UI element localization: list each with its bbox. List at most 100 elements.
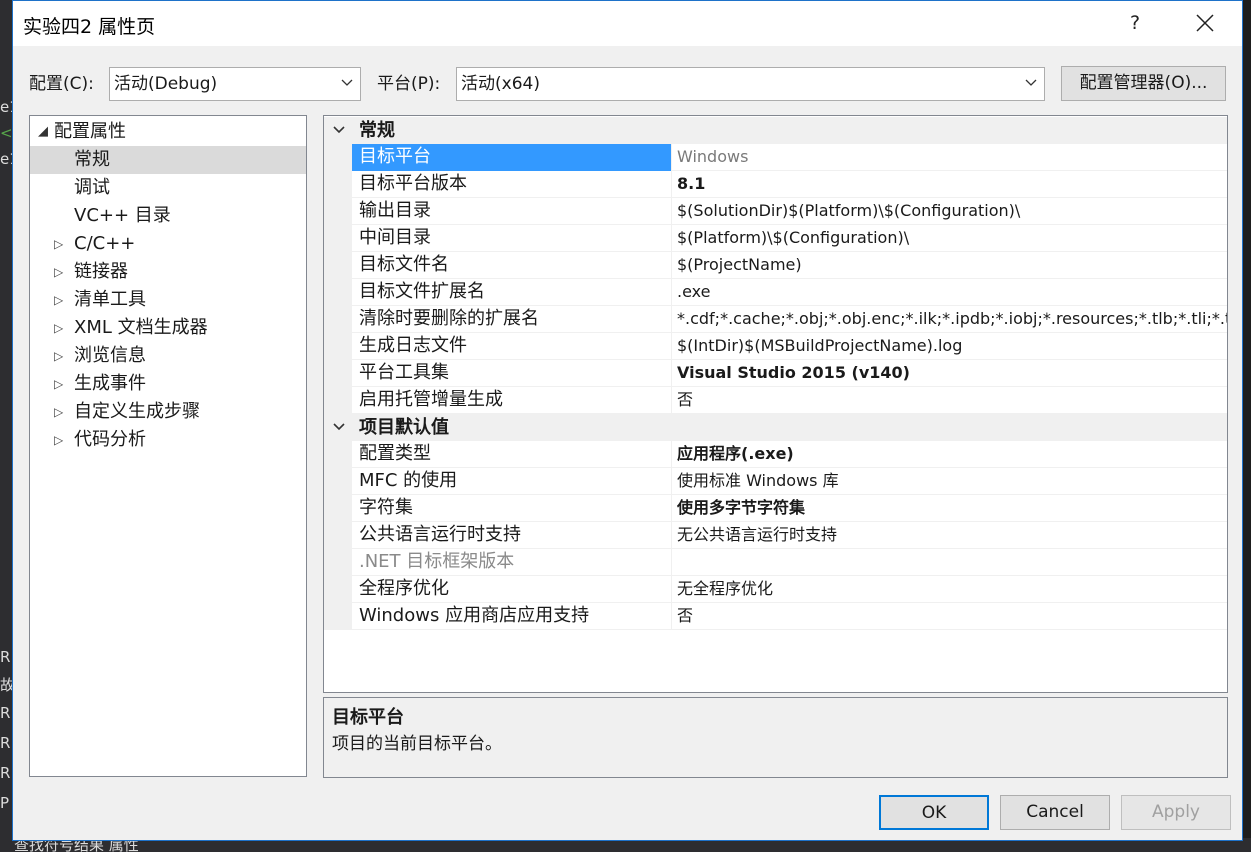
property-row[interactable]: 启用托管增量生成否: [324, 387, 1227, 414]
property-row[interactable]: 清除时要删除的扩展名 *.cdf;*.cache;*.obj;*.obj.enc;…: [324, 306, 1227, 333]
title-bar: 实验四2 属性页 ?: [13, 1, 1242, 46]
chevron-down-icon: [1025, 79, 1037, 86]
expand-triangle-icon[interactable]: ▷: [54, 230, 63, 258]
property-name: 目标平台版本: [352, 171, 672, 198]
property-row[interactable]: Windows 应用商店应用支持否: [324, 603, 1227, 630]
config-dropdown-value: 活动(Debug): [114, 74, 218, 94]
ok-button[interactable]: OK: [879, 795, 989, 830]
property-pages-dialog: 实验四2 属性页 ? 配置(C): 活动(Debug) 平台(P): 活动(x6…: [12, 0, 1243, 841]
row-gutter: [324, 171, 352, 198]
row-gutter: [324, 279, 352, 306]
row-gutter: [324, 549, 352, 576]
close-button[interactable]: [1181, 5, 1229, 41]
tree-item-label: 常规: [74, 149, 110, 170]
property-value[interactable]: 否: [673, 603, 1227, 630]
property-value[interactable]: $(Platform)\$(Configuration)\: [673, 225, 1227, 252]
tree-item-code-analysis[interactable]: ▷ 代码分析: [30, 426, 306, 454]
row-gutter: [324, 576, 352, 603]
row-gutter: [324, 441, 352, 468]
tree-item-build-events[interactable]: ▷ 生成事件: [30, 370, 306, 398]
property-value[interactable]: Windows: [673, 144, 1227, 171]
tree-item-c-cpp[interactable]: ▷ C/C++: [30, 230, 306, 258]
expand-triangle-icon[interactable]: ▷: [54, 398, 63, 426]
property-tree[interactable]: ◢ 配置属性 常规 调试 VC++ 目录 ▷ C/C++ ▷ 链接器 ▷ 清单工…: [29, 115, 307, 777]
property-row[interactable]: 字符集 使用多字节字符集: [324, 495, 1227, 522]
property-value[interactable]: 应用程序(.exe): [673, 441, 1227, 468]
property-row[interactable]: 生成日志文件 $(IntDir)$(MSBuildProjectName).log: [324, 333, 1227, 360]
tree-item-general[interactable]: 常规: [30, 146, 306, 174]
tree-item-label: 生成事件: [74, 373, 146, 394]
property-value[interactable]: 使用标准 Windows 库: [673, 468, 1227, 495]
expand-triangle-icon[interactable]: ▷: [54, 342, 63, 370]
property-value[interactable]: .exe: [673, 279, 1227, 306]
property-row[interactable]: 目标文件扩展名 .exe: [324, 279, 1227, 306]
apply-button[interactable]: Apply: [1121, 795, 1231, 830]
property-name: 目标文件扩展名: [352, 279, 672, 306]
expand-triangle-icon[interactable]: ▷: [54, 286, 63, 314]
row-gutter: [324, 333, 352, 360]
config-manager-button[interactable]: 配置管理器(O)...: [1061, 66, 1226, 101]
tree-item-vc-directories[interactable]: VC++ 目录: [30, 202, 306, 230]
tree-item-linker[interactable]: ▷ 链接器: [30, 258, 306, 286]
property-value[interactable]: $(ProjectName): [673, 252, 1227, 279]
property-row[interactable]: 中间目录 $(Platform)\$(Configuration)\: [324, 225, 1227, 252]
category-header[interactable]: 项目默认值: [324, 414, 1227, 441]
expand-triangle-icon[interactable]: ▷: [54, 426, 63, 454]
property-name: MFC 的使用: [352, 468, 672, 495]
property-name: 启用托管增量生成: [352, 387, 672, 414]
window-title: 实验四2 属性页: [23, 16, 156, 38]
property-value[interactable]: [673, 549, 1227, 576]
property-row[interactable]: 目标平台版本 8.1: [324, 171, 1227, 198]
category-label: 常规: [359, 120, 395, 141]
chevron-down-icon[interactable]: [332, 414, 346, 441]
row-gutter: [324, 387, 352, 414]
tree-item-label: 调试: [74, 177, 110, 198]
category-header[interactable]: 常规: [324, 117, 1227, 144]
property-grid[interactable]: 常规目标平台 Windows 目标平台版本 8.1 输出目录 $(SolutionDir)…: [323, 115, 1228, 693]
tree-item-label: VC++ 目录: [74, 205, 171, 226]
property-row[interactable]: 配置类型 应用程序(.exe): [324, 441, 1227, 468]
platform-dropdown-value: 活动(x64): [461, 74, 540, 94]
property-name: 清除时要删除的扩展名: [352, 306, 672, 333]
property-value[interactable]: 无公共语言运行时支持: [673, 522, 1227, 549]
platform-label: 平台(P):: [377, 74, 441, 94]
property-row[interactable]: MFC 的使用 使用标准 Windows 库: [324, 468, 1227, 495]
property-row[interactable]: 全程序优化 无全程序优化: [324, 576, 1227, 603]
bg-fragment: R: [0, 648, 11, 666]
cancel-button[interactable]: Cancel: [1000, 795, 1110, 830]
tree-root-label: 配置属性: [54, 121, 126, 142]
property-value[interactable]: 使用多字节字符集: [673, 495, 1227, 522]
expand-triangle-icon[interactable]: ▷: [54, 314, 63, 342]
property-name: Windows 应用商店应用支持: [352, 603, 672, 630]
platform-dropdown[interactable]: 活动(x64): [456, 67, 1045, 101]
property-value[interactable]: Visual Studio 2015 (v140): [673, 360, 1227, 387]
config-dropdown[interactable]: 活动(Debug): [109, 67, 361, 101]
property-value[interactable]: $(IntDir)$(MSBuildProjectName).log: [673, 333, 1227, 360]
chevron-down-icon[interactable]: [332, 117, 346, 144]
property-value[interactable]: 8.1: [673, 171, 1227, 198]
tree-item-browse-info[interactable]: ▷ 浏览信息: [30, 342, 306, 370]
expand-triangle-icon[interactable]: ▷: [54, 258, 63, 286]
property-value[interactable]: *.cdf;*.cache;*.obj;*.obj.enc;*.ilk;*.ip…: [673, 306, 1227, 333]
property-row[interactable]: 目标文件名 $(ProjectName): [324, 252, 1227, 279]
property-row[interactable]: 输出目录 $(SolutionDir)$(Platform)\$(Configur…: [324, 198, 1227, 225]
tree-root-config-properties[interactable]: ◢ 配置属性: [30, 118, 306, 146]
tree-item-label: 代码分析: [74, 429, 146, 450]
tree-item-custom-build-step[interactable]: ▷ 自定义生成步骤: [30, 398, 306, 426]
tree-item-debugging[interactable]: 调试: [30, 174, 306, 202]
property-row[interactable]: .NET 目标框架版本: [324, 549, 1227, 576]
row-gutter: [324, 495, 352, 522]
property-row[interactable]: 目标平台 Windows: [324, 144, 1227, 171]
property-value[interactable]: $(SolutionDir)$(Platform)\$(Configuratio…: [673, 198, 1227, 225]
config-label: 配置(C):: [29, 74, 94, 94]
tree-item-manifest-tool[interactable]: ▷ 清单工具: [30, 286, 306, 314]
property-row[interactable]: 公共语言运行时支持 无公共语言运行时支持: [324, 522, 1227, 549]
row-gutter: [324, 198, 352, 225]
help-button[interactable]: ?: [1117, 5, 1153, 41]
expand-triangle-icon[interactable]: ▷: [54, 370, 63, 398]
property-value[interactable]: 否: [673, 387, 1227, 414]
property-value[interactable]: 无全程序优化: [673, 576, 1227, 603]
tree-item-xml-doc-generator[interactable]: ▷ XML 文档生成器: [30, 314, 306, 342]
property-row[interactable]: 平台工具集 Visual Studio 2015 (v140): [324, 360, 1227, 387]
bg-fragment: e1: [0, 98, 12, 116]
